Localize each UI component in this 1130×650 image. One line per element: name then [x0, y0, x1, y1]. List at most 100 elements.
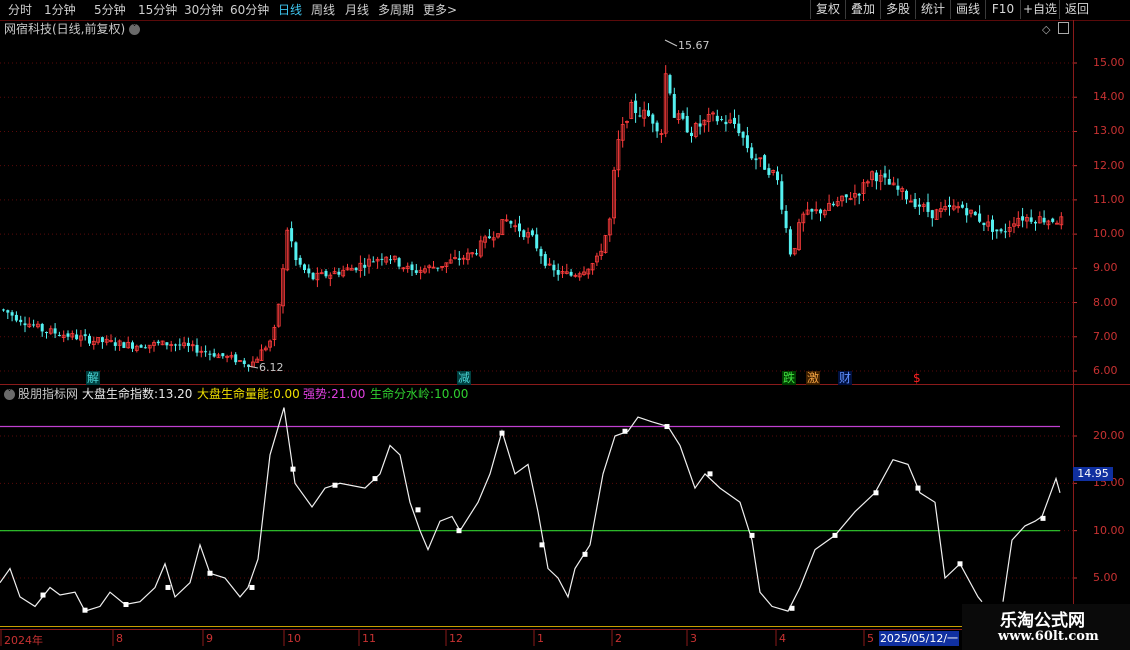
- signal-marker: [789, 605, 795, 611]
- life-index-line: [0, 407, 983, 612]
- candle-body-down: [737, 123, 741, 134]
- candle-body-down: [294, 242, 298, 261]
- candle-body-down: [690, 132, 693, 136]
- signal-marker: [1040, 515, 1046, 521]
- watershed-label: 生命分水岭: [370, 387, 431, 401]
- candle-body-down: [930, 210, 934, 219]
- candle-body-down: [186, 342, 190, 346]
- signal-marker: [832, 532, 838, 538]
- chart-canvas[interactable]: [0, 0, 1130, 650]
- signal-marker: [749, 532, 755, 538]
- candle-body-down: [780, 181, 784, 210]
- candle-body-down: [995, 229, 999, 232]
- signal-marker: [249, 584, 255, 590]
- candle-body-down: [651, 114, 655, 124]
- time-axis-label: 1: [537, 632, 544, 645]
- stock-title: 网宿科技(日线,前复权): [4, 22, 126, 36]
- candle-body-down: [45, 332, 48, 334]
- candle-body-down: [371, 261, 375, 263]
- candle-body-down: [715, 115, 719, 122]
- candle-body-down: [655, 122, 659, 132]
- signal-marker: [165, 584, 171, 590]
- candle-body-down: [638, 115, 642, 117]
- indicator-tick-label: 10.00: [1093, 523, 1125, 537]
- indicator-item-watershed: 生命分水岭:10.00: [370, 387, 469, 401]
- candle-body-down: [178, 344, 182, 346]
- time-axis-label: 4: [779, 632, 786, 645]
- indicator-item-life-index: 大盘生命指数:13.20: [82, 387, 193, 401]
- time-axis-label: 5: [867, 632, 874, 645]
- signal-marker: [82, 607, 88, 613]
- signal-marker: [456, 528, 462, 534]
- candle-body-down: [926, 202, 930, 212]
- event-marker-jie[interactable]: 解: [86, 371, 101, 385]
- price-tick-label: 9.00: [1093, 261, 1118, 275]
- life-index-label: 大盘生命指数: [82, 387, 155, 401]
- candle-body-down: [556, 270, 560, 275]
- candle-body-down: [1034, 221, 1037, 224]
- candle-body-down: [32, 324, 36, 326]
- candle-body-down: [208, 353, 212, 355]
- chevron-down-icon[interactable]: ˅: [129, 24, 140, 35]
- candle-body-down: [973, 211, 977, 216]
- life-index-value: 13.20: [158, 387, 193, 401]
- candle-body-down: [1021, 216, 1025, 221]
- chevron-down-icon[interactable]: ˅: [4, 389, 15, 400]
- signal-marker: [415, 507, 421, 513]
- candle-body-down: [917, 204, 921, 207]
- candle-body-down: [397, 258, 401, 267]
- candle-body-down: [681, 112, 685, 119]
- candle-body-down: [40, 323, 44, 332]
- event-marker-ji[interactable]: 激: [806, 371, 821, 385]
- date-cursor-box: 2025/05/12/一: [879, 631, 959, 646]
- time-axis-label: 9: [206, 632, 213, 645]
- candle-body-down: [552, 264, 556, 271]
- candle-body-down: [982, 222, 986, 226]
- candle-body-down: [410, 264, 414, 271]
- watershed-value: 10.00: [434, 387, 469, 401]
- candle-body-down: [913, 199, 917, 208]
- indicator-item-life-volume: 大盘生命量能:0.00: [197, 387, 300, 401]
- indicator-lines: [0, 407, 1073, 627]
- candle-body-down: [457, 258, 461, 260]
- diamond-icon[interactable]: ◇: [1042, 23, 1050, 36]
- life-index-line: [1002, 476, 1061, 602]
- price-tick-label: 14.00: [1093, 90, 1125, 104]
- candle-body-down: [685, 115, 689, 133]
- event-marker-die[interactable]: 跌: [782, 371, 797, 385]
- candle-body-down: [948, 204, 951, 207]
- candle-body-down: [195, 344, 199, 353]
- event-marker-cai[interactable]: 财: [838, 371, 853, 385]
- candle-body-down: [668, 75, 672, 94]
- signal-marker: [664, 424, 670, 430]
- candle-body-down: [698, 123, 702, 127]
- signal-marker: [957, 561, 963, 567]
- candle-body-down: [307, 268, 311, 274]
- candle-body-down: [436, 267, 440, 269]
- candle-body-down: [724, 121, 728, 125]
- signal-marker: [873, 490, 879, 496]
- candle-body-down: [720, 119, 724, 121]
- candle-body-down: [905, 190, 908, 200]
- indicator-name: 股朋指标网: [18, 387, 79, 401]
- event-marker-jian[interactable]: 减: [457, 371, 472, 385]
- candle-body-down: [518, 223, 521, 232]
- price-tick-label: 8.00: [1093, 295, 1118, 309]
- candle-body-down: [634, 100, 638, 114]
- event-marker-dollar[interactable]: $: [912, 371, 922, 385]
- candle-body-down: [754, 158, 758, 161]
- strong-label: 强势: [303, 387, 328, 401]
- candle-body-down: [53, 328, 57, 334]
- candle-body-down: [143, 347, 147, 349]
- candle-body-down: [174, 344, 177, 346]
- candle-body-down: [122, 342, 126, 348]
- window-icon[interactable]: [1058, 22, 1069, 34]
- price-tick-label: 6.00: [1093, 364, 1118, 377]
- signal-marker: [207, 570, 213, 576]
- candle-body-down: [131, 342, 134, 349]
- candle-body-down: [844, 194, 848, 198]
- signal-marker: [915, 485, 921, 491]
- candle-body-down: [887, 178, 891, 185]
- candle-body-down: [212, 353, 216, 357]
- candle-body-down: [14, 314, 18, 321]
